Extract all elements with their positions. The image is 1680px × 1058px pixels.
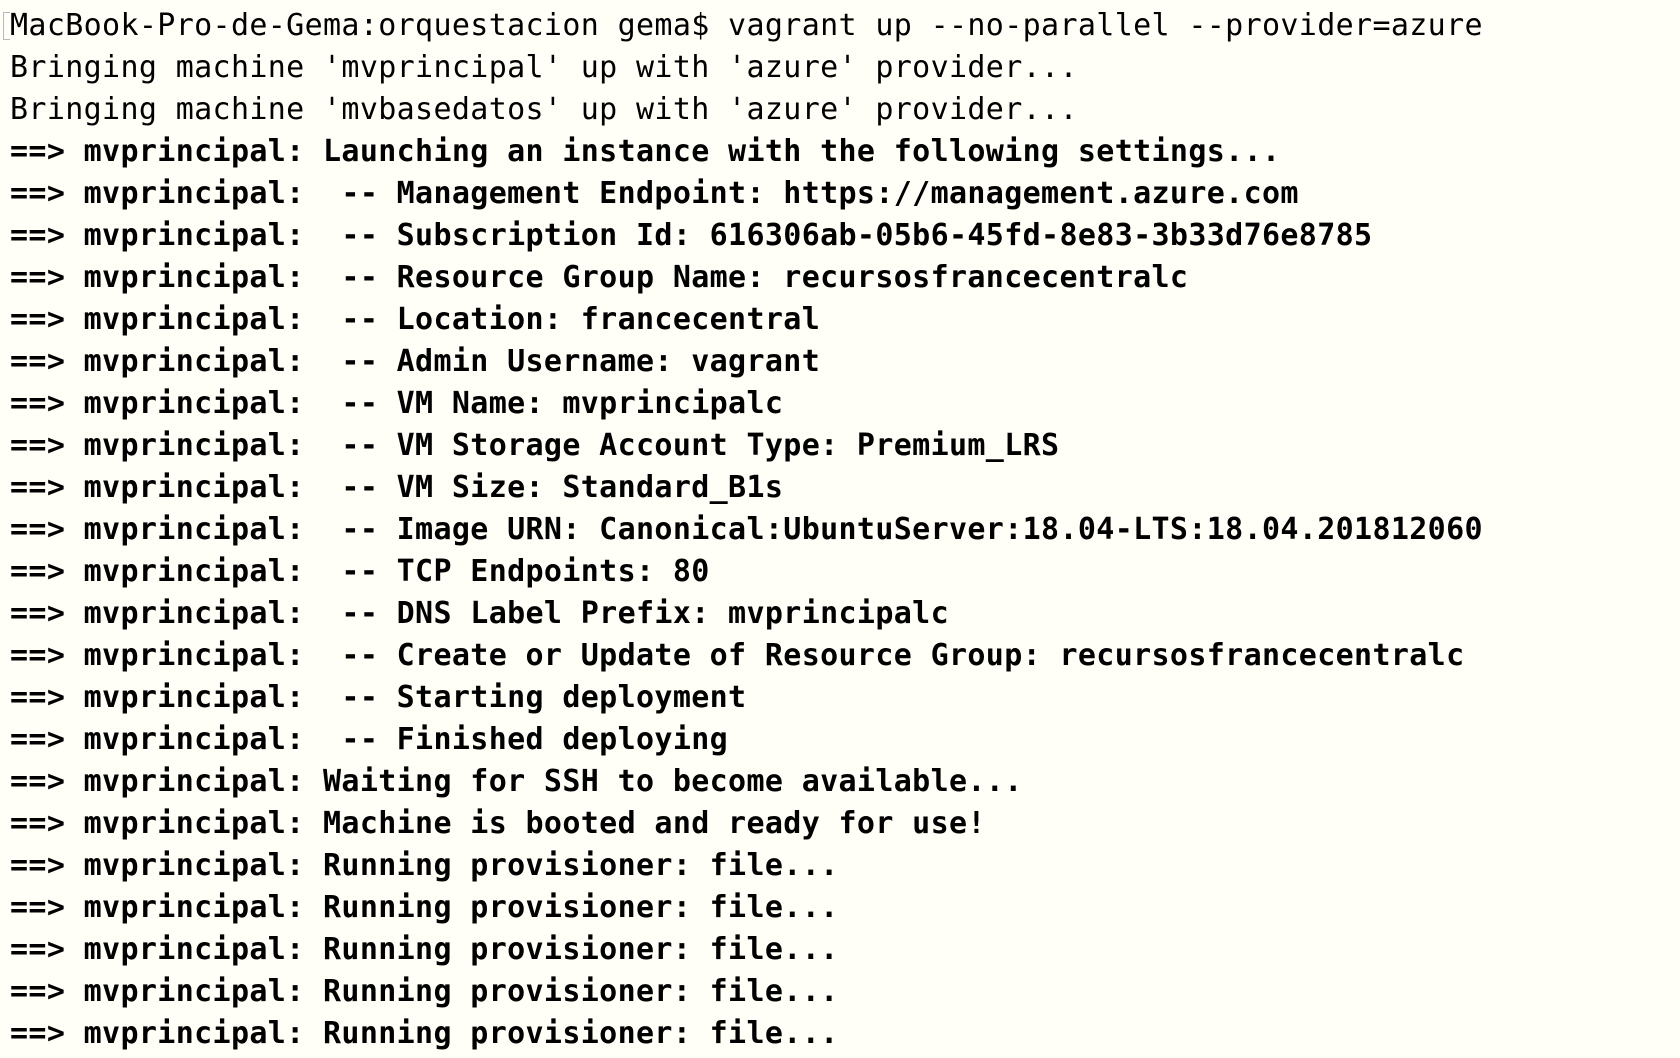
output-line: ==> mvprincipal: -- DNS Label Prefix: mv… xyxy=(10,596,949,631)
output-line: ==> mvprincipal: Waiting for SSH to beco… xyxy=(10,764,1023,799)
output-line: ==> mvprincipal: -- Location: francecent… xyxy=(10,302,821,337)
output-line: ==> mvprincipal: -- VM Name: mvprincipal… xyxy=(10,386,784,421)
output-line: ==> mvprincipal: -- Admin Username: vagr… xyxy=(10,344,821,379)
plain-output-line: Bringing machine 'mvprincipal' up with '… xyxy=(10,50,1078,85)
plain-output-line: Bringing machine 'mvbasedatos' up with '… xyxy=(10,92,1078,127)
output-line: ==> mvprincipal: -- VM Size: Standard_B1… xyxy=(10,470,784,505)
output-line: ==> mvprincipal: Launching an instance w… xyxy=(10,134,1281,169)
output-line: ==> mvprincipal: -- Resource Group Name:… xyxy=(10,260,1189,295)
output-line: ==> mvprincipal: Running provisioner: fi… xyxy=(10,890,839,925)
output-line: ==> mvprincipal: Running provisioner: fi… xyxy=(10,974,839,1009)
output-line: ==> mvprincipal: Running provisioner: fi… xyxy=(10,932,839,967)
output-line: ==> mvprincipal: -- Subscription Id: 616… xyxy=(10,218,1373,253)
terminal-window[interactable]: MacBook-Pro-de-Gema:orquestacion gema$ v… xyxy=(0,0,1680,1058)
output-line: ==> mvprincipal: Running provisioner: fi… xyxy=(10,1016,839,1051)
output-line: ==> mvprincipal: -- Create or Update of … xyxy=(10,638,1465,673)
command-prompt-line: MacBook-Pro-de-Gema:orquestacion gema$ v… xyxy=(10,8,1483,43)
output-line: ==> mvprincipal: -- Finished deploying xyxy=(10,722,729,757)
output-line: ==> mvprincipal: Machine is booted and r… xyxy=(10,806,986,841)
output-line: ==> mvprincipal: -- TCP Endpoints: 80 xyxy=(10,554,710,589)
output-line: ==> mvprincipal: -- VM Storage Account T… xyxy=(10,428,1060,463)
output-line: ==> mvprincipal: -- Starting deployment xyxy=(10,680,747,715)
output-line: ==> mvprincipal: Running provisioner: fi… xyxy=(10,848,839,883)
selection-bracket-mark xyxy=(3,12,10,40)
output-line: ==> mvprincipal: -- Image URN: Canonical… xyxy=(10,512,1483,547)
output-line: ==> mvprincipal: -- Management Endpoint:… xyxy=(10,176,1299,211)
